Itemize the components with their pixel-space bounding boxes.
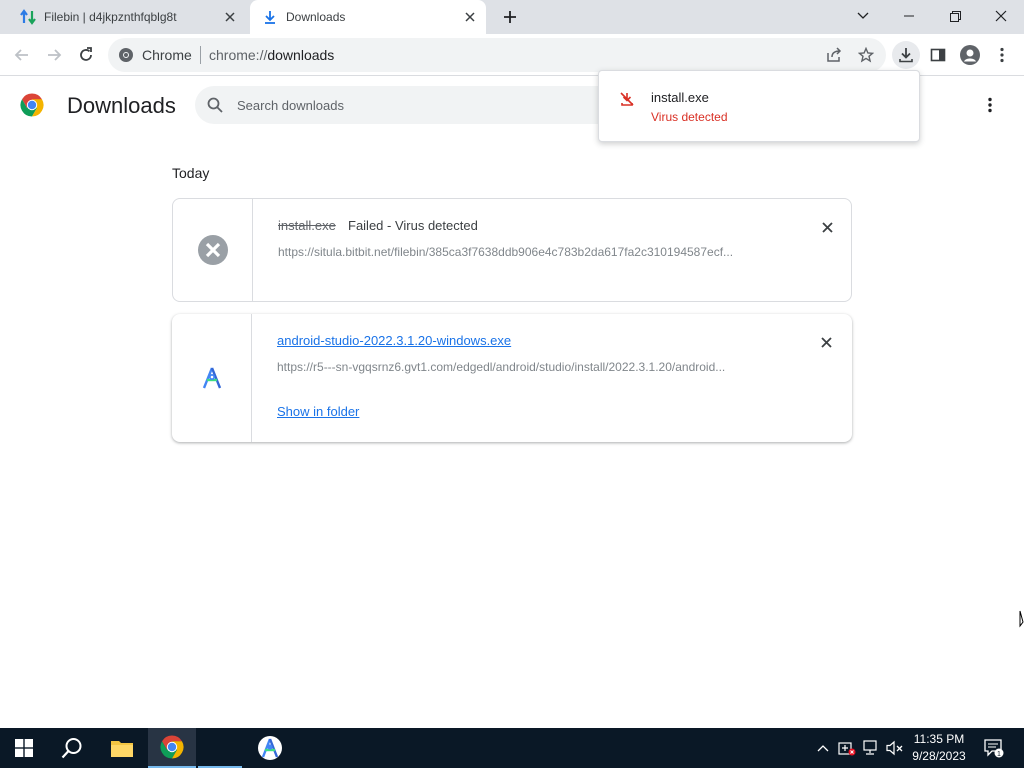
download-bubble: install.exe Virus detected [598, 70, 920, 142]
back-button[interactable] [8, 41, 36, 69]
windows-logo-icon [15, 739, 33, 757]
chrome-page-icon [119, 48, 133, 62]
share-icon [827, 47, 842, 62]
arrow-left-icon [14, 49, 28, 61]
chevron-down-icon [857, 12, 869, 19]
bubble-status: Virus detected [651, 110, 728, 124]
side-panel-icon [930, 48, 946, 62]
reload-button[interactable] [72, 41, 100, 69]
tab-close-icon[interactable] [222, 9, 238, 25]
tab-title: Filebin | d4jkpznthfqblg8t [44, 10, 177, 24]
close-icon [821, 221, 833, 233]
chevron-up-icon [817, 745, 829, 752]
url-host: downloads [267, 47, 335, 63]
download-status: Failed - Virus detected [348, 218, 478, 233]
taskbar-running-app[interactable] [198, 728, 242, 768]
download-filename: install.exe [278, 218, 336, 233]
avatar-icon [960, 45, 980, 65]
forward-button[interactable] [40, 41, 68, 69]
reload-icon [80, 47, 92, 61]
tray-volume-button[interactable] [884, 728, 906, 768]
downloads-menu-button[interactable] [978, 93, 1002, 117]
plus-icon [504, 11, 516, 23]
address-url: chrome://downloads [209, 47, 334, 63]
download-item-failed: install.exe Failed - Virus detected http… [172, 198, 852, 302]
download-url[interactable]: https://r5---sn-vgqsrnz6.gvt1.com/edgedl… [277, 360, 777, 374]
arrow-right-icon [48, 49, 62, 61]
android-studio-icon [258, 736, 282, 760]
side-panel-button[interactable] [924, 41, 952, 69]
taskbar: 11:35 PM 9/28/2023 1 [0, 728, 1024, 768]
restore-icon [949, 10, 961, 22]
start-button[interactable] [0, 728, 48, 768]
action-center-button[interactable]: 1 [980, 728, 1008, 768]
chrome-menu-button[interactable] [988, 41, 1016, 69]
close-window-button[interactable] [978, 0, 1024, 32]
filebin-arrows-icon [20, 9, 36, 25]
tab-filebin[interactable]: Filebin | d4jkpznthfqblg8t [8, 0, 246, 34]
tab-close-icon[interactable] [462, 9, 478, 25]
kebab-menu-icon [1000, 47, 1004, 63]
page-title: Downloads [67, 93, 176, 118]
show-in-folder-link[interactable]: Show in folder [277, 404, 359, 419]
downloads-button[interactable] [892, 41, 920, 69]
taskbar-chrome[interactable] [148, 728, 196, 768]
star-icon [858, 47, 874, 63]
android-studio-icon [202, 367, 221, 389]
search-input[interactable] [237, 86, 587, 124]
date-section-label: Today [172, 165, 210, 181]
address-chip: Chrome [142, 47, 192, 63]
volume-muted-icon [886, 740, 903, 756]
address-divider [200, 46, 201, 64]
kebab-menu-icon [988, 97, 992, 113]
chrome-logo-icon [160, 735, 184, 759]
tab-title: Downloads [286, 10, 346, 24]
clock-date: 9/28/2023 [912, 749, 966, 763]
tab-strip: Filebin | d4jkpznthfqblg8t Downloads [0, 0, 1024, 34]
search-icon [61, 738, 82, 759]
taskbar-android-studio[interactable] [246, 728, 294, 768]
url-scheme: chrome:// [209, 47, 268, 63]
restore-button[interactable] [932, 0, 978, 32]
file-icon-column [172, 314, 252, 442]
notification-count: 1 [997, 751, 1001, 758]
file-icon-column [173, 199, 253, 301]
taskbar-clock[interactable]: 11:35 PM 9/28/2023 [905, 731, 973, 765]
security-warning-icon [838, 742, 856, 756]
remove-download-button[interactable] [817, 217, 837, 237]
tab-downloads[interactable]: Downloads [250, 0, 486, 34]
download-url[interactable]: https://situla.bitbit.net/filebin/385ca3… [278, 245, 778, 259]
taskbar-file-explorer[interactable] [98, 728, 146, 768]
taskbar-search-button[interactable] [48, 728, 96, 768]
minimize-button[interactable] [886, 0, 932, 32]
download-filename-link[interactable]: android-studio-2022.3.1.20-windows.exe [277, 333, 511, 348]
tray-network-button[interactable] [860, 728, 882, 768]
clock-time: 11:35 PM [913, 732, 965, 746]
new-tab-button[interactable] [498, 5, 522, 29]
bubble-filename[interactable]: install.exe [651, 90, 709, 105]
search-box[interactable] [195, 86, 605, 124]
tray-overflow-button[interactable] [812, 728, 834, 768]
bookmark-button[interactable] [852, 41, 880, 69]
download-icon [262, 9, 278, 25]
chrome-logo-icon [20, 93, 44, 117]
address-bar[interactable]: Chrome chrome://downloads [108, 38, 886, 72]
download-item-complete: android-studio-2022.3.1.20-windows.exe h… [172, 314, 852, 442]
mouse-cursor-icon [1019, 610, 1024, 628]
folder-icon [111, 741, 133, 757]
tab-search-button[interactable] [840, 0, 886, 32]
tray-security-icon-button[interactable] [836, 728, 858, 768]
close-icon [995, 10, 1007, 22]
failed-x-circle-icon [197, 235, 228, 265]
notifications-icon: 1 [984, 739, 1004, 758]
download-icon [899, 48, 913, 63]
profile-button[interactable] [956, 41, 984, 69]
network-icon [863, 740, 877, 755]
search-icon [207, 97, 223, 113]
minimize-icon [904, 15, 914, 17]
share-button[interactable] [820, 41, 848, 69]
close-icon [820, 336, 832, 348]
download-blocked-icon [620, 92, 634, 106]
remove-download-button[interactable] [816, 332, 836, 352]
